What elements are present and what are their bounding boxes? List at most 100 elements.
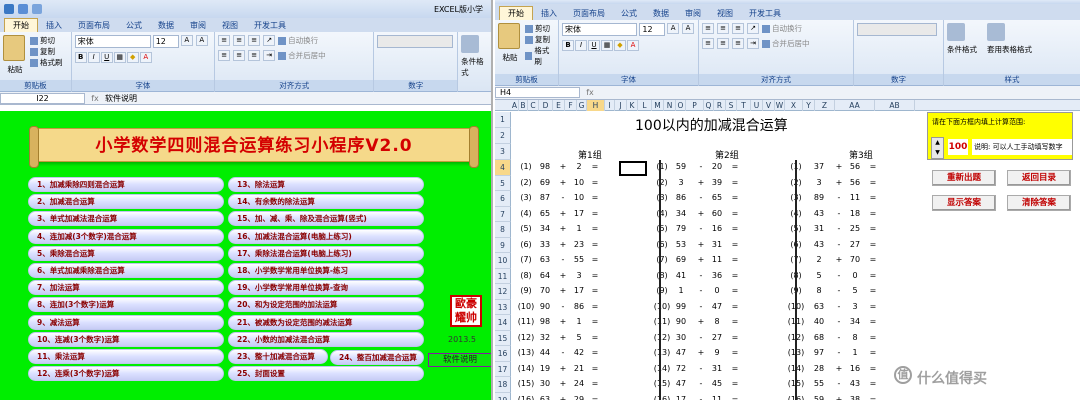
menu-button-23[interactable]: 23、整十加减混合运算	[228, 349, 328, 364]
range-spinner[interactable]: ▲ ▼	[931, 137, 944, 159]
row-header-3[interactable]: 3	[495, 144, 511, 160]
row-header-9[interactable]: 9	[495, 237, 511, 253]
column-header-ab[interactable]: AB	[875, 100, 915, 111]
tab-insert[interactable]: 插入	[38, 19, 70, 32]
tab-formulas[interactable]: 公式	[613, 7, 645, 20]
align-center-icon[interactable]: ≡	[233, 50, 246, 61]
grow-font-icon[interactable]: A	[180, 35, 193, 46]
align-right-icon[interactable]: ≡	[732, 38, 744, 49]
column-header-t[interactable]: T	[737, 100, 751, 111]
menu-button-10[interactable]: 10、连减(3个数字)运算	[28, 331, 224, 347]
copy-button[interactable]: 复制	[525, 34, 555, 45]
number-format-select[interactable]	[377, 35, 454, 48]
font-name-select[interactable]: 宋体	[562, 23, 638, 36]
orientation-icon[interactable]: ↗	[747, 23, 759, 34]
tab-developer[interactable]: 开发工具	[246, 19, 294, 32]
shrink-font-icon[interactable]: A	[195, 35, 208, 46]
align-left-icon[interactable]: ≡	[218, 50, 231, 61]
column-header-y[interactable]: Y	[803, 100, 815, 111]
row-header-1[interactable]: 1	[495, 112, 511, 128]
menu-button-22[interactable]: 22、小数的加减法混合运算	[228, 331, 424, 347]
tab-formulas[interactable]: 公式	[118, 19, 150, 32]
row-header-19[interactable]: 19	[495, 392, 511, 400]
bold-icon[interactable]: B	[74, 52, 87, 63]
menu-button-2[interactable]: 2、加减混合运算	[28, 194, 224, 210]
cut-button[interactable]: 剪切	[30, 35, 63, 46]
row-header-5[interactable]: 5	[495, 175, 511, 191]
number-format-select[interactable]	[857, 23, 937, 36]
formula-input[interactable]: 软件说明	[105, 93, 137, 104]
font-color-icon[interactable]: A	[139, 52, 152, 63]
menu-button-15[interactable]: 15、加、减、乘、除及混合运算(竖式)	[228, 211, 424, 227]
fx-icon[interactable]: fx	[580, 88, 600, 97]
row-header-12[interactable]: 12	[495, 284, 511, 300]
column-header-r[interactable]: R	[714, 100, 726, 111]
name-box[interactable]: H4	[495, 87, 580, 98]
column-header-v[interactable]: V	[763, 100, 775, 111]
format-painter-button[interactable]: 格式刷	[525, 45, 555, 67]
column-header-o[interactable]: O	[676, 100, 686, 111]
align-center-icon[interactable]: ≡	[717, 38, 729, 49]
tab-review[interactable]: 审阅	[182, 19, 214, 32]
menu-button-11[interactable]: 11、乘法运算	[28, 349, 224, 364]
column-header-g[interactable]: G	[577, 100, 587, 111]
format-painter-button[interactable]: 格式刷	[30, 57, 63, 68]
menu-button-16[interactable]: 16、加减法混合运算(电脑上练习)	[228, 228, 424, 244]
column-header-m[interactable]: M	[652, 100, 664, 111]
underline-icon[interactable]: U	[588, 40, 600, 51]
row-header-15[interactable]: 15	[495, 330, 511, 346]
row-header-4[interactable]: 4	[495, 160, 511, 176]
menu-button-13[interactable]: 13、除法运算	[228, 177, 424, 192]
fill-color-icon[interactable]: ◆	[126, 52, 139, 63]
menu-button-8[interactable]: 8、连加(3个数字)运算	[28, 297, 224, 313]
row-header-16[interactable]: 16	[495, 346, 511, 362]
tab-data[interactable]: 数据	[150, 19, 182, 32]
align-right-icon[interactable]: ≡	[248, 50, 261, 61]
column-header-j[interactable]: J	[615, 100, 627, 111]
column-header-p[interactable]: P	[686, 100, 704, 111]
menu-button-24[interactable]: 24、整百加减混合运算	[330, 350, 424, 365]
menu-button-9[interactable]: 9、减法运算	[28, 314, 224, 330]
tab-review[interactable]: 审阅	[677, 7, 709, 20]
menu-button-19[interactable]: 19、小学数学常用单位换算-查询	[228, 280, 424, 296]
column-header-x[interactable]: X	[785, 100, 803, 111]
merge-center-button[interactable]: 合并后居中	[762, 38, 810, 49]
align-top-icon[interactable]: ≡	[218, 35, 231, 46]
column-header-n[interactable]: N	[664, 100, 676, 111]
tab-view[interactable]: 视图	[709, 7, 741, 20]
row-header-6[interactable]: 6	[495, 191, 511, 207]
tab-page-layout[interactable]: 页面布局	[565, 7, 613, 20]
menu-button-4[interactable]: 4、连加减(3个数字)混合运算	[28, 228, 224, 244]
row-header-2[interactable]: 2	[495, 128, 511, 144]
save-icon[interactable]	[18, 4, 28, 14]
menu-button-20[interactable]: 20、和为设定范围的加法运算	[228, 297, 424, 313]
grow-font-icon[interactable]: A	[667, 23, 680, 34]
font-name-select[interactable]: 宋体	[74, 35, 151, 48]
range-value-input[interactable]: 100	[948, 139, 968, 155]
column-header-u[interactable]: U	[751, 100, 763, 111]
column-header-d[interactable]: D	[539, 100, 553, 111]
conditional-format-icon[interactable]	[461, 35, 480, 53]
column-header-h[interactable]: H	[587, 100, 605, 111]
wrap-text-button[interactable]: 自动换行	[278, 35, 318, 46]
row-header-7[interactable]: 7	[495, 206, 511, 222]
wrap-text-button[interactable]: 自动换行	[762, 23, 802, 34]
tab-data[interactable]: 数据	[645, 7, 677, 20]
shrink-font-icon[interactable]: A	[682, 23, 694, 34]
table-format-button[interactable]: 套用表格格式	[987, 23, 1032, 55]
bold-icon[interactable]: B	[562, 40, 574, 51]
row-header-8[interactable]: 8	[495, 222, 511, 238]
font-size-select[interactable]: 12	[152, 35, 179, 48]
column-header-s[interactable]: S	[726, 100, 737, 111]
tab-view[interactable]: 视图	[214, 19, 246, 32]
underline-icon[interactable]: U	[100, 52, 113, 63]
indent-icon[interactable]: ⇥	[747, 38, 759, 49]
clear-answers-button[interactable]: 清除答案	[1007, 195, 1071, 211]
copy-button[interactable]: 复制	[30, 46, 63, 57]
menu-button-12[interactable]: 12、连乘(3个数字)运算	[28, 366, 224, 382]
column-header-i[interactable]: I	[605, 100, 615, 111]
column-header-c[interactable]: C	[528, 100, 539, 111]
show-answers-button[interactable]: 显示答案	[932, 195, 996, 211]
fx-icon[interactable]: fx	[85, 94, 105, 103]
active-cell-selection[interactable]	[619, 161, 647, 176]
